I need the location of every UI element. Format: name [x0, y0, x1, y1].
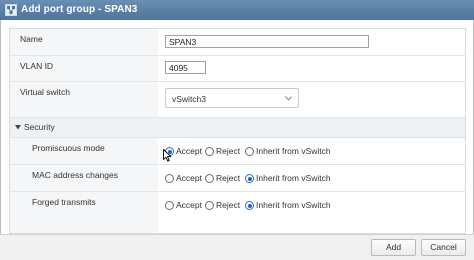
network-icon — [5, 4, 17, 16]
promiscuous-mode-row: Promiscuous mode Accept Reject Inherit f… — [10, 138, 465, 164]
virtual-switch-value: vSwitch3 — [172, 94, 207, 104]
virtual-switch-select[interactable]: vSwitch3 — [165, 88, 299, 108]
dialog-footer: Add Cancel — [0, 234, 474, 260]
promiscuous-mode-label: Promiscuous mode — [32, 143, 105, 153]
forged-transmits-label: Forged transmits — [32, 197, 96, 207]
name-row: Name — [10, 29, 465, 55]
forged-transmits-row: Forged transmits Accept Reject Inherit f… — [10, 192, 465, 233]
cancel-button[interactable]: Cancel — [421, 239, 466, 256]
chevron-down-icon — [285, 96, 292, 101]
mac-address-changes-label: MAC address changes — [32, 170, 118, 180]
dialog-body: Name VLAN ID Virtual switch vSwitch3 — [0, 20, 474, 234]
name-label: Name — [20, 34, 43, 44]
vlan-id-label: VLAN ID — [20, 61, 54, 71]
add-button[interactable]: Add — [371, 239, 416, 256]
mac-address-changes-row: MAC address changes Accept Reject Inheri… — [10, 165, 465, 191]
security-label: Security — [24, 122, 55, 132]
virtual-switch-row: Virtual switch vSwitch3 — [10, 82, 465, 117]
dialog-title: Add port group - SPAN3 — [21, 4, 138, 15]
vlan-id-row: VLAN ID — [10, 56, 465, 81]
dialog-titlebar: Add port group - SPAN3 — [0, 0, 474, 20]
mouse-pointer-icon — [163, 149, 172, 162]
security-section-header[interactable]: Security — [10, 118, 465, 137]
port-group-form: Name VLAN ID Virtual switch vSwitch3 — [9, 28, 466, 234]
virtual-switch-label: Virtual switch — [20, 87, 70, 97]
vlan-id-input[interactable] — [165, 61, 206, 74]
name-input[interactable] — [165, 35, 369, 48]
caret-down-icon — [15, 125, 21, 130]
